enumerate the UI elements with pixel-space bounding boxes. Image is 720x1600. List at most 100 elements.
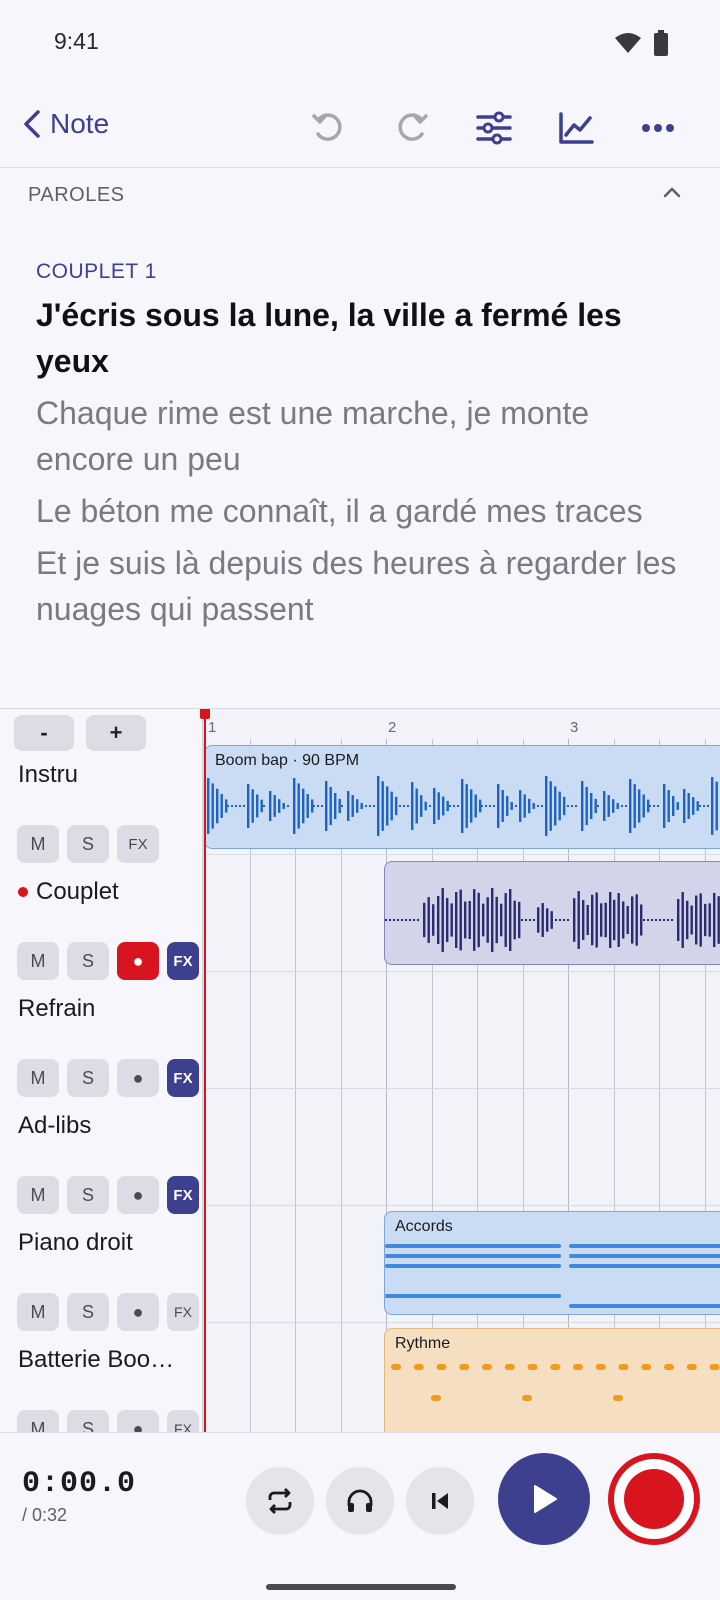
chevron-left-icon xyxy=(24,110,40,138)
midi-clip-drums[interactable]: Rythme xyxy=(384,1328,720,1432)
rewind-button[interactable] xyxy=(406,1467,474,1535)
playhead-handle[interactable] xyxy=(200,709,210,719)
track-header-batterie: Batterie Boo… M S ● FX xyxy=(0,1334,204,1432)
total-duration: / 0:32 xyxy=(22,1505,68,1525)
playhead[interactable] xyxy=(200,709,210,1432)
mute-button[interactable]: M xyxy=(17,1293,59,1331)
lyric-line-active[interactable]: J'écris sous la lune, la ville a fermé l… xyxy=(36,292,686,384)
track-divider xyxy=(204,971,720,972)
track-name[interactable]: Ad-libs xyxy=(18,1112,91,1140)
timeline-grid[interactable]: 1 2 3 Boom bap · 90 BPM Accords Rythme xyxy=(200,709,720,1432)
record-arm-button[interactable]: ● xyxy=(117,1293,159,1331)
record-arm-button[interactable]: ● xyxy=(117,942,159,980)
track-header-refrain: Refrain M S ● FX xyxy=(0,983,204,1102)
record-armed-dot xyxy=(18,887,28,897)
track-name[interactable]: Instru xyxy=(18,761,78,789)
monitor-button[interactable] xyxy=(326,1467,394,1535)
redo-button[interactable] xyxy=(390,108,434,148)
fx-button[interactable]: FX xyxy=(167,942,199,980)
bar-number: 2 xyxy=(388,719,397,736)
audio-clip-couplet[interactable] xyxy=(384,861,720,965)
track-divider xyxy=(204,1205,720,1206)
track-divider xyxy=(204,854,720,855)
status-icons xyxy=(614,30,668,56)
undo-icon xyxy=(312,113,342,141)
fx-button[interactable]: FX xyxy=(117,825,159,863)
track-header-couplet: Couplet M S ● FX xyxy=(0,866,204,985)
track-name[interactable]: Batterie Boo… xyxy=(18,1346,174,1374)
track-divider xyxy=(204,1322,720,1323)
solo-button[interactable]: S xyxy=(67,825,109,863)
fx-button[interactable]: FX xyxy=(167,1176,199,1214)
verse-label: COUPLET 1 xyxy=(36,260,157,283)
zoom-out-button[interactable]: - xyxy=(14,715,74,751)
mute-button[interactable]: M xyxy=(17,942,59,980)
solo-button[interactable]: S xyxy=(67,1293,109,1331)
track-name[interactable]: Couplet xyxy=(36,878,119,906)
home-indicator xyxy=(266,1584,456,1590)
track-name[interactable]: Piano droit xyxy=(18,1229,133,1257)
waveform xyxy=(207,776,718,836)
mute-button[interactable]: M xyxy=(17,1176,59,1214)
audio-clip-instru[interactable]: Boom bap · 90 BPM xyxy=(204,745,720,849)
track-editor: - + Instru M S FX Couplet M S ● FX Refra… xyxy=(0,708,720,1432)
analytics-button[interactable] xyxy=(554,108,598,148)
redo-icon xyxy=(398,113,428,141)
track-header-column: - + Instru M S FX Couplet M S ● FX Refra… xyxy=(0,709,204,1432)
transport-bar: 0:00.0 / 0:32 xyxy=(0,1432,720,1600)
record-arm-button[interactable]: ● xyxy=(117,1410,159,1432)
lyrics-lines: J'écris sous la lune, la ville a fermé l… xyxy=(36,292,686,638)
waveform xyxy=(385,888,720,952)
midi-clip-piano[interactable]: Accords xyxy=(384,1211,720,1315)
fx-button[interactable]: FX xyxy=(167,1293,199,1331)
battery-icon xyxy=(654,30,668,56)
record-button[interactable] xyxy=(608,1453,700,1545)
midi-notes xyxy=(385,1244,720,1308)
lyric-line[interactable]: Le béton me connaît, il a gardé mes trac… xyxy=(36,488,686,534)
top-app-bar: Note xyxy=(0,86,720,168)
status-bar: 9:41 xyxy=(0,0,720,86)
lyric-line[interactable]: Et je suis là depuis des heures à regard… xyxy=(36,540,686,632)
mute-button[interactable]: M xyxy=(17,1059,59,1097)
solo-button[interactable]: S xyxy=(67,1059,109,1097)
record-icon xyxy=(624,1469,684,1529)
back-button[interactable]: Note xyxy=(22,108,109,140)
loop-icon xyxy=(268,1488,292,1514)
track-header-piano: Piano droit M S ● FX xyxy=(0,1217,204,1336)
lyric-line[interactable]: Chaque rime est une marche, je monte enc… xyxy=(36,390,686,482)
mute-button[interactable]: M xyxy=(17,825,59,863)
play-button[interactable] xyxy=(498,1453,590,1545)
chart-line-icon xyxy=(559,112,594,144)
wifi-icon xyxy=(615,33,641,53)
fx-button[interactable]: FX xyxy=(167,1059,199,1097)
skip-back-icon xyxy=(432,1493,448,1509)
lyrics-panel: PAROLES COUPLET 1 J'écris sous la lune, … xyxy=(0,168,720,708)
solo-button[interactable]: S xyxy=(67,1410,109,1432)
more-horizontal-icon xyxy=(642,124,674,132)
track-divider xyxy=(204,1088,720,1089)
solo-button[interactable]: S xyxy=(67,942,109,980)
lyrics-section-title: PAROLES xyxy=(28,184,125,206)
play-icon xyxy=(534,1485,557,1513)
back-label: Note xyxy=(50,108,110,139)
mute-button[interactable]: M xyxy=(17,1410,59,1432)
headphones-icon xyxy=(347,1489,373,1512)
fx-button[interactable]: FX xyxy=(167,1410,199,1432)
chevron-up-icon xyxy=(663,187,681,198)
loop-button[interactable] xyxy=(246,1467,314,1535)
track-name[interactable]: Refrain xyxy=(18,995,95,1023)
undo-button[interactable] xyxy=(306,108,350,148)
track-header-instru: Instru M S FX xyxy=(0,749,204,868)
drum-hits xyxy=(391,1364,720,1401)
bar-number: 1 xyxy=(208,719,217,736)
zoom-in-button[interactable]: + xyxy=(86,715,146,751)
record-arm-button[interactable]: ● xyxy=(117,1176,159,1214)
more-button[interactable] xyxy=(636,108,680,148)
status-time: 9:41 xyxy=(54,28,99,54)
record-arm-button[interactable]: ● xyxy=(117,1059,159,1097)
sliders-icon xyxy=(476,111,512,145)
current-time: 0:00.0 xyxy=(22,1467,137,1501)
collapse-lyrics-button[interactable] xyxy=(662,182,682,207)
solo-button[interactable]: S xyxy=(67,1176,109,1214)
mixer-button[interactable] xyxy=(472,108,516,148)
